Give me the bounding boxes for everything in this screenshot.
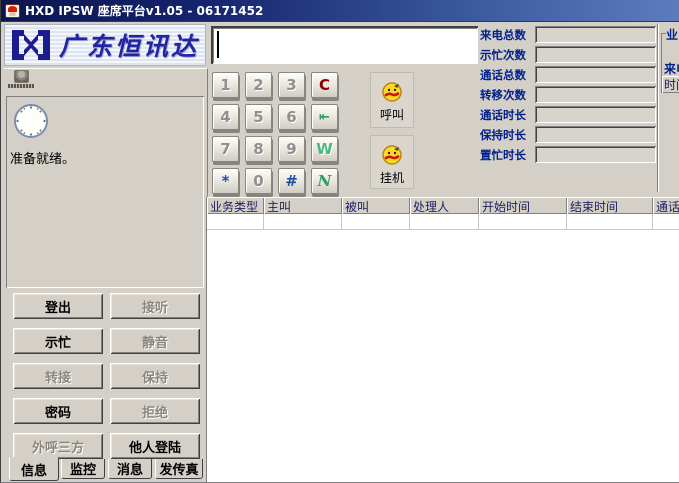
- bottom-tabs: 信息 监控 消息 发传真: [4, 457, 208, 483]
- other-login-button[interactable]: 他人登陆: [110, 433, 200, 459]
- app-window: HXD IPSW 座席平台v1.05 - 06171452 广东恒讯达 来电总数…: [0, 0, 679, 483]
- dialpad-key-9[interactable]: 9: [278, 136, 305, 162]
- hangup-button-label: 挂机: [380, 169, 404, 186]
- call-button-label: 呼叫: [380, 106, 404, 123]
- dialpad: 1 2 3 C 4 5 6 ⇤ 7 8 9 W * 0 # N: [212, 72, 339, 196]
- stats-panel: 来电总数 示忙次数 通话总数 转移次数 通话时长 保持时长 置忙时长: [480, 26, 656, 192]
- dialpad-key-hash[interactable]: #: [278, 168, 305, 194]
- col-callee[interactable]: 被叫: [342, 197, 410, 214]
- stat-label: 通话总数: [480, 67, 535, 83]
- text-caret: [217, 31, 219, 58]
- incoming-call-label: 来电: [664, 60, 679, 77]
- col-end-time[interactable]: 结束时间: [567, 197, 653, 214]
- dialpad-key-8[interactable]: 8: [245, 136, 272, 162]
- window-title: HXD IPSW 座席平台v1.05 - 06171452: [25, 2, 263, 19]
- dialpad-key-7[interactable]: 7: [212, 136, 239, 162]
- table-header-row: 业务类型 主叫 被叫 处理人 开始时间 结束时间 通话: [207, 197, 679, 214]
- stat-row: 通话总数: [480, 66, 656, 83]
- dialpad-key-2[interactable]: 2: [245, 72, 272, 98]
- brand-logo-icon: [11, 28, 51, 62]
- dialpad-key-next[interactable]: N: [311, 168, 338, 194]
- dialpad-key-0[interactable]: 0: [245, 168, 272, 194]
- stat-row: 保持时长: [480, 126, 656, 143]
- stat-label: 置忙时长: [480, 147, 535, 163]
- dialpad-key-3[interactable]: 3: [278, 72, 305, 98]
- stat-label: 转移次数: [480, 87, 535, 103]
- hangup-button[interactable]: 挂机: [370, 135, 414, 189]
- dialpad-key-5[interactable]: 5: [245, 104, 272, 130]
- call-record-table[interactable]: 业务类型 主叫 被叫 处理人 开始时间 结束时间 通话 CTi论坛 www.ct…: [206, 197, 679, 483]
- call-button[interactable]: 呼叫: [370, 72, 414, 128]
- stat-row: 示忙次数: [480, 46, 656, 63]
- tab-monitor[interactable]: 监控: [61, 459, 105, 479]
- stat-label: 通话时长: [480, 107, 535, 123]
- stat-label: 保持时长: [480, 127, 535, 143]
- show-busy-button[interactable]: 示忙: [13, 328, 103, 354]
- col-business-type[interactable]: 业务类型: [207, 197, 264, 214]
- panel-divider: [657, 24, 659, 192]
- stat-value-field[interactable]: [535, 106, 656, 123]
- business-group-label: 业: [666, 26, 678, 43]
- business-side-panel: 业 来电 时间: [661, 24, 679, 192]
- stat-label: 示忙次数: [480, 47, 535, 63]
- dialpad-key-backspace[interactable]: ⇤: [311, 104, 338, 130]
- table-row: [207, 214, 679, 230]
- stat-value-field[interactable]: [535, 46, 656, 63]
- agent-status-box: 准备就绪。: [6, 96, 204, 288]
- call-smiley-icon: [381, 81, 403, 103]
- stat-row: 来电总数: [480, 26, 656, 43]
- col-call-duration[interactable]: 通话: [653, 197, 679, 214]
- hangup-smiley-icon: [381, 144, 403, 166]
- col-caller[interactable]: 主叫: [264, 197, 342, 214]
- hold-button[interactable]: 保持: [110, 363, 200, 389]
- dialpad-key-wait[interactable]: W: [311, 136, 338, 162]
- time-column-header: 时间: [662, 76, 679, 93]
- clock-icon: [12, 102, 50, 140]
- stat-label: 来电总数: [480, 27, 535, 43]
- status-message: 准备就绪。: [10, 148, 75, 167]
- dialpad-key-1[interactable]: 1: [212, 72, 239, 98]
- app-icon: [5, 4, 20, 18]
- logout-button[interactable]: 登出: [13, 293, 103, 319]
- dialpad-key-4[interactable]: 4: [212, 104, 239, 130]
- brand-logo: 广东恒讯达: [4, 24, 206, 66]
- answer-button[interactable]: 接听: [110, 293, 200, 319]
- mute-button[interactable]: 静音: [110, 328, 200, 354]
- stat-value-field[interactable]: [535, 126, 656, 143]
- action-button-grid: 登出 接听 示忙 静音 转接 保持 密码 拒绝 外呼三方 他人登陆: [4, 293, 208, 465]
- col-start-time[interactable]: 开始时间: [479, 197, 567, 214]
- col-handler[interactable]: 处理人: [410, 197, 479, 214]
- tab-fax[interactable]: 发传真: [155, 459, 203, 479]
- stat-row: 转移次数: [480, 86, 656, 103]
- phone-number-input[interactable]: [211, 26, 478, 64]
- outbound-3way-button[interactable]: 外呼三方: [13, 433, 103, 459]
- stat-row: 通话时长: [480, 106, 656, 123]
- titlebar[interactable]: HXD IPSW 座席平台v1.05 - 06171452: [1, 0, 679, 22]
- dialpad-key-clear[interactable]: C: [311, 72, 338, 98]
- tab-message[interactable]: 消息: [108, 459, 152, 479]
- stat-row: 置忙时长: [480, 146, 656, 163]
- transfer-button[interactable]: 转接: [13, 363, 103, 389]
- stat-value-field[interactable]: [535, 66, 656, 83]
- stat-value-field[interactable]: [535, 146, 656, 163]
- agent-panel: 准备就绪。 登出 接听 示忙 静音 转接 保持 密码 拒绝 外呼三方 他人登陆 …: [4, 68, 208, 483]
- stat-value-field[interactable]: [535, 26, 656, 43]
- stat-value-field[interactable]: [535, 86, 656, 103]
- reject-button[interactable]: 拒绝: [110, 398, 200, 424]
- tab-info[interactable]: 信息: [9, 457, 59, 481]
- brand-name: 广东恒讯达: [59, 27, 199, 63]
- dialpad-key-6[interactable]: 6: [278, 104, 305, 130]
- dialpad-key-star[interactable]: *: [212, 168, 239, 194]
- password-button[interactable]: 密码: [13, 398, 103, 424]
- mini-agent-icon: [8, 70, 38, 94]
